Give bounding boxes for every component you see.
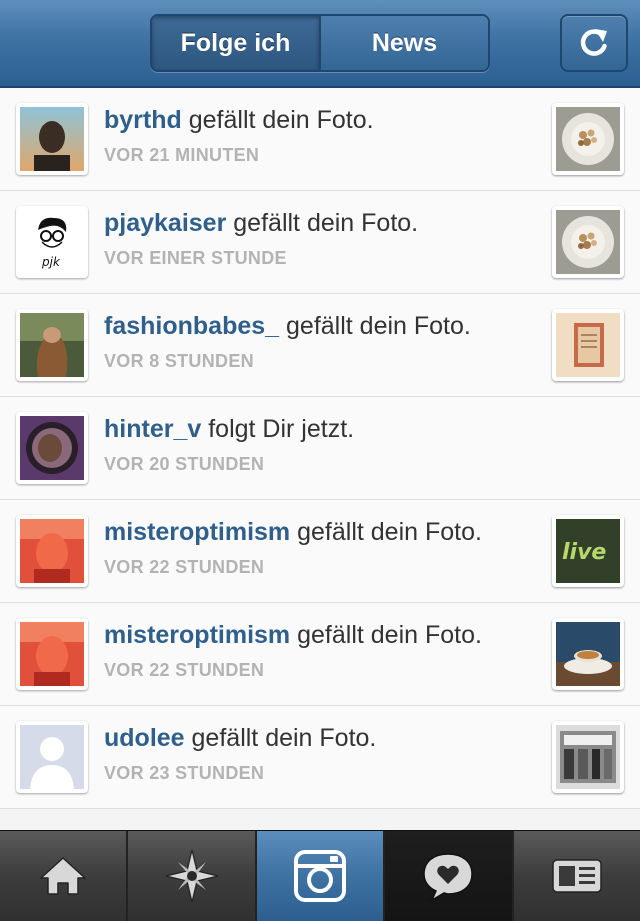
list-item[interactable]: pjk pjaykaiser gefällt dein Foto. VOR EI… (0, 191, 640, 294)
tab-news[interactable]: News (321, 16, 488, 70)
action-text: gefällt dein Foto. (233, 209, 419, 237)
timestamp: VOR 21 MINUTEN (104, 145, 260, 165)
photo-thumbnail[interactable] (552, 721, 624, 793)
username-link[interactable]: udolee (104, 724, 185, 752)
tab-profile[interactable] (513, 831, 640, 921)
list-item[interactable]: misteroptimism gefällt dein Foto. VOR 22… (0, 500, 640, 603)
timestamp: VOR EINER STUNDE (104, 248, 287, 268)
action-text: gefällt dein Foto. (286, 312, 471, 340)
tab-news-activity[interactable] (385, 831, 514, 921)
svg-text:live: live (562, 540, 606, 565)
refresh-icon (580, 29, 607, 56)
photo-thumbnail[interactable] (552, 618, 624, 690)
tab-home[interactable] (0, 831, 129, 921)
refresh-button[interactable] (560, 14, 628, 72)
avatar[interactable] (16, 515, 88, 587)
action-text: gefällt dein Foto. (188, 106, 374, 134)
profile-card-icon (552, 859, 602, 893)
bottom-tab-bar (0, 830, 640, 921)
list-item[interactable]: fashionbabes_ gefällt dein Foto. VOR 8 S… (0, 294, 640, 397)
news-heart-icon (423, 853, 474, 902)
list-item[interactable]: udolee gefällt dein Foto. VOR 23 STUNDEN (0, 706, 640, 809)
action-text: gefällt dein Foto. (191, 724, 377, 752)
action-text: gefällt dein Foto. (297, 518, 482, 546)
avatar[interactable] (16, 721, 88, 793)
avatar[interactable] (16, 618, 88, 690)
news-list: byrthd gefällt dein Foto. VOR 21 MINUTEN (0, 88, 640, 809)
tab-camera[interactable] (256, 831, 386, 921)
timestamp: VOR 22 STUNDEN (104, 557, 265, 577)
photo-thumbnail[interactable]: live (552, 515, 624, 587)
username-link[interactable]: fashionbabes_ (104, 312, 279, 340)
list-item[interactable]: byrthd gefällt dein Foto. VOR 21 MINUTEN (0, 88, 640, 191)
username-link[interactable]: misteroptimism (104, 621, 290, 649)
top-navigation-bar: Folge ich News (0, 0, 640, 88)
timestamp: VOR 20 STUNDEN (104, 454, 265, 474)
avatar[interactable]: pjk (16, 206, 88, 278)
photo-thumbnail[interactable] (552, 103, 624, 175)
tab-following[interactable]: Folge ich (152, 16, 321, 70)
username-link[interactable]: byrthd (104, 106, 182, 134)
action-text: folgt Dir jetzt. (208, 415, 355, 443)
timestamp: VOR 8 STUNDEN (104, 351, 254, 371)
avatar[interactable] (16, 103, 88, 175)
username-link[interactable]: pjaykaiser (104, 209, 226, 237)
photo-thumbnail[interactable] (552, 309, 624, 381)
username-link[interactable]: hinter_v (104, 415, 201, 443)
photo-thumbnail[interactable] (552, 206, 624, 278)
tab-explore[interactable] (128, 831, 257, 921)
explore-icon (165, 849, 218, 903)
list-item[interactable]: misteroptimism gefällt dein Foto. VOR 22… (0, 603, 640, 706)
svg-text:pjk: pjk (41, 255, 61, 269)
action-text: gefällt dein Foto. (297, 621, 482, 649)
avatar[interactable] (16, 412, 88, 484)
timestamp: VOR 23 STUNDEN (104, 763, 265, 783)
username-link[interactable]: misteroptimism (104, 518, 290, 546)
list-item[interactable]: hinter_v folgt Dir jetzt. VOR 20 STUNDEN (0, 397, 640, 500)
camera-icon (294, 850, 347, 902)
feed-segmented-control: Folge ich News (150, 14, 490, 72)
timestamp: VOR 22 STUNDEN (104, 660, 265, 680)
avatar[interactable] (16, 309, 88, 381)
home-icon (40, 857, 86, 895)
